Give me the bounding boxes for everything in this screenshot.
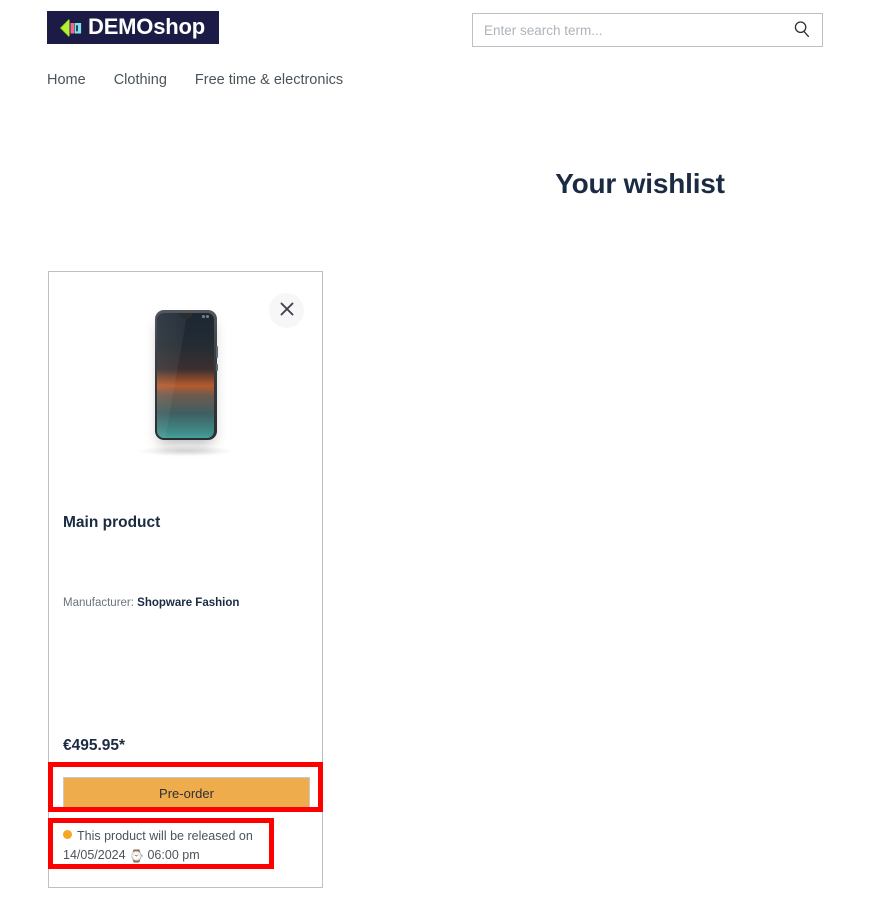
search-bar[interactable] (472, 13, 823, 47)
phone-volume-button (216, 346, 218, 358)
product-image-shadow (137, 446, 234, 456)
site-header: DEMOshop (0, 0, 882, 60)
nav-item-free-time-electronics[interactable]: Free time & electronics (195, 68, 343, 93)
page-title: Your wishlist (555, 168, 725, 199)
pre-order-button[interactable]: Pre-order (63, 777, 310, 809)
search-input[interactable] (473, 14, 782, 46)
product-name[interactable]: Main product (63, 514, 160, 532)
nav-item-clothing[interactable]: Clothing (114, 68, 195, 93)
manufacturer-label: Manufacturer: (63, 597, 134, 609)
remove-from-wishlist-button[interactable] (269, 293, 304, 328)
nav-item-home[interactable]: Home (47, 68, 114, 93)
product-card-body: Main product Manufacturer: Shopware Fash… (49, 478, 322, 887)
product-image-area (49, 272, 322, 478)
site-logo[interactable]: DEMOshop (47, 11, 219, 44)
wishlist-page: DEMOshop Home Clothing Free time & elect… (0, 0, 882, 900)
search-submit-button[interactable] (782, 14, 822, 46)
wishlist-product-card: Main product Manufacturer: Shopware Fash… (48, 271, 323, 888)
clock-icon: ⌚ (129, 849, 144, 863)
release-time: 06:00 pm (147, 848, 200, 862)
orange-dot-status-icon (63, 830, 72, 839)
chevron-left-block-logo-icon (56, 17, 84, 39)
close-icon (280, 302, 294, 319)
phone-power-button (216, 364, 218, 371)
smartphone-product-image[interactable] (154, 310, 218, 440)
logo-text: DEMOshop (88, 13, 205, 39)
phone-screen (157, 312, 214, 438)
product-manufacturer: Manufacturer: Shopware Fashion (63, 597, 239, 609)
release-notice-text: This product will be released on (77, 829, 253, 843)
search-icon (793, 20, 811, 41)
release-date: 14/05/2024 (63, 848, 126, 862)
phone-notch (179, 312, 192, 319)
product-price: €495.95* (63, 737, 126, 754)
release-date-notice: This product will be released on 14/05/2… (63, 827, 278, 866)
main-navigation: Home Clothing Free time & electronics (47, 68, 343, 93)
manufacturer-value: Shopware Fashion (137, 597, 240, 609)
phone-camera-icon (202, 315, 209, 318)
